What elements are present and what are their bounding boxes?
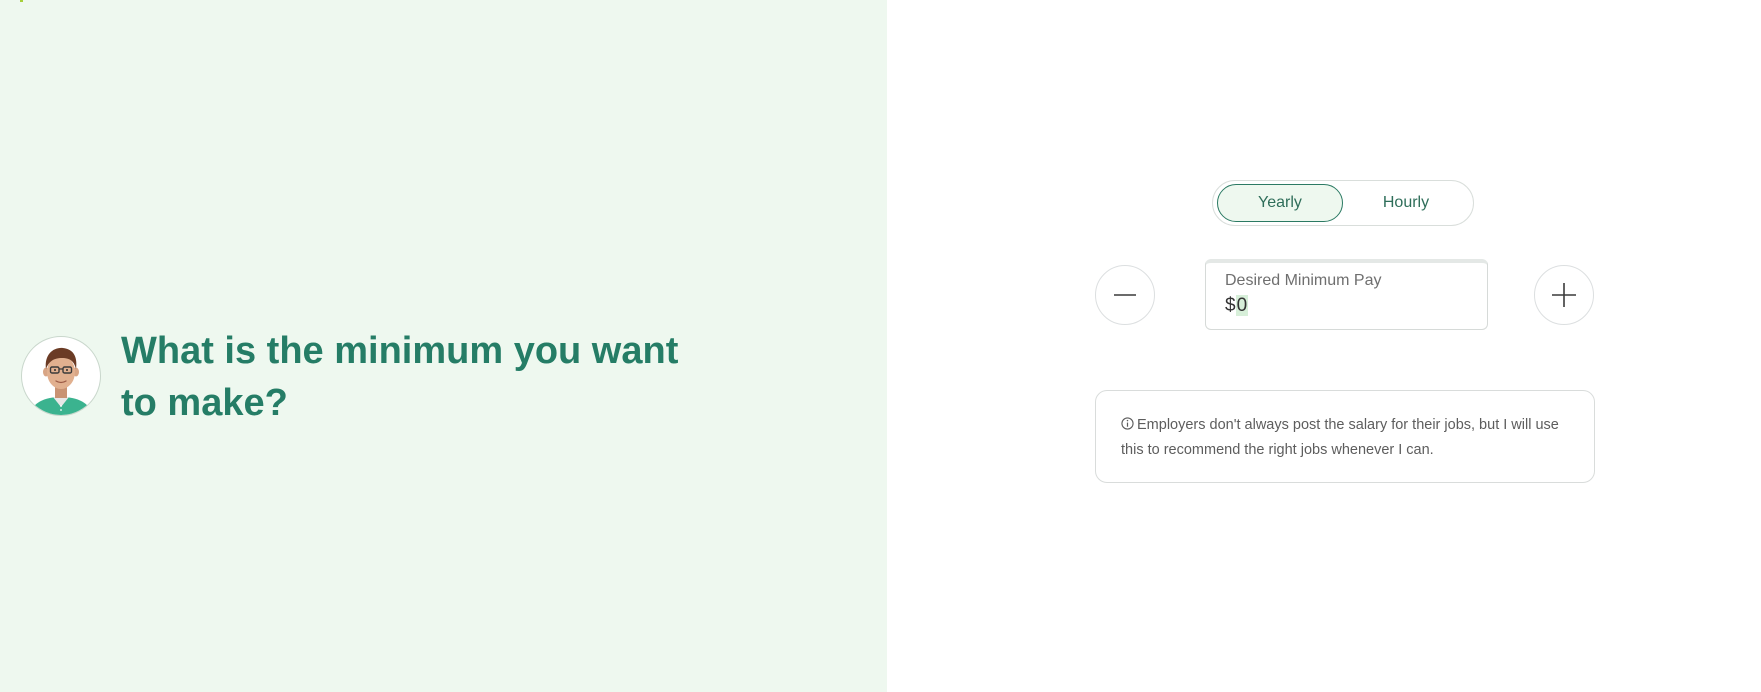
- corner-mark: [20, 0, 23, 2]
- pay-value-row[interactable]: $0: [1225, 293, 1468, 319]
- currency-symbol: $: [1225, 295, 1236, 316]
- question-row: What is the minimum you want to make?: [21, 325, 681, 429]
- question-panel: What is the minimum you want to make?: [0, 0, 887, 692]
- info-icon: [1121, 417, 1134, 430]
- pay-field-label: Desired Minimum Pay: [1225, 272, 1382, 289]
- info-message: Employers don't always post the salary f…: [1095, 390, 1595, 483]
- yearly-option[interactable]: Yearly: [1217, 184, 1343, 222]
- info-text: Employers don't always post the salary f…: [1121, 417, 1559, 458]
- decrease-pay-button[interactable]: [1095, 265, 1155, 325]
- page: What is the minimum you want to make? Ye…: [0, 0, 1761, 692]
- increase-pay-button[interactable]: [1534, 265, 1594, 325]
- pay-type-toggle: Yearly Hourly: [1212, 180, 1474, 226]
- answer-panel: Yearly Hourly Desired Minimum Pay $0 Emp…: [887, 0, 1761, 692]
- hourly-option[interactable]: Hourly: [1343, 184, 1469, 222]
- desired-minimum-pay-field[interactable]: Desired Minimum Pay $0: [1205, 259, 1488, 330]
- person-avatar-icon: [21, 336, 101, 416]
- minus-icon: [1114, 294, 1136, 296]
- plus-icon: [1552, 283, 1576, 307]
- question-heading: What is the minimum you want to make?: [121, 330, 679, 424]
- pay-value[interactable]: 0: [1235, 295, 1249, 316]
